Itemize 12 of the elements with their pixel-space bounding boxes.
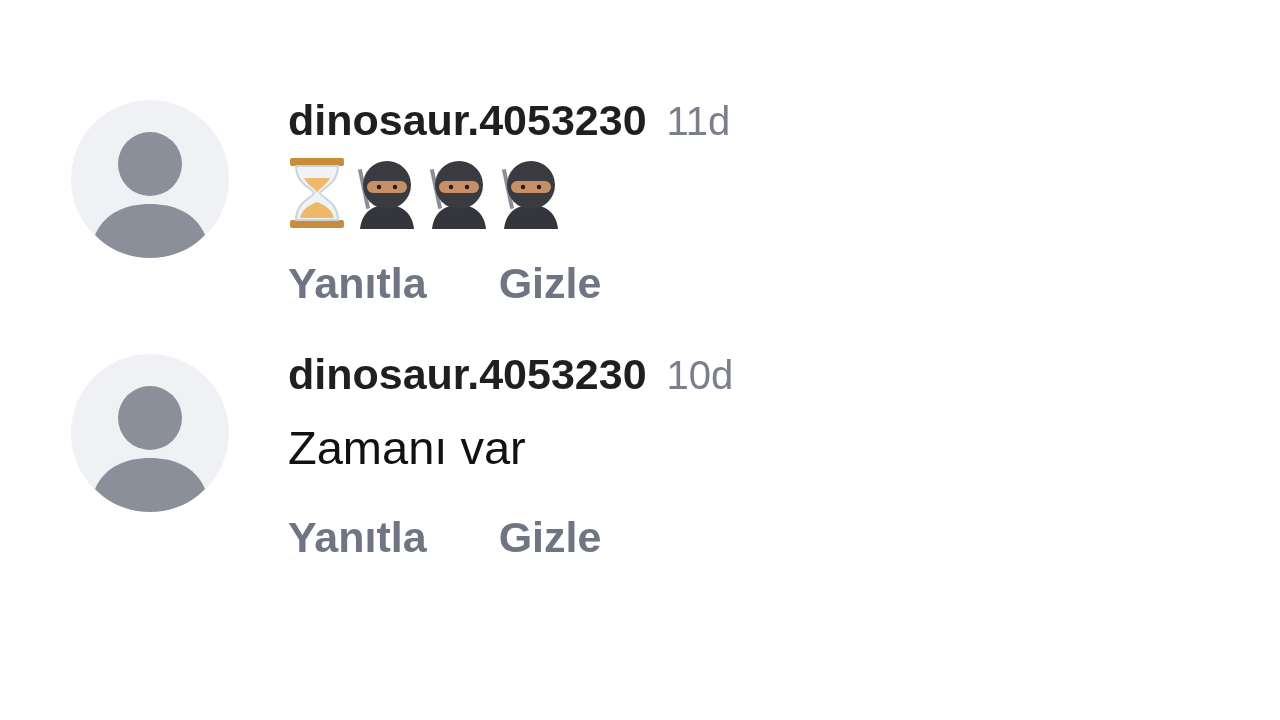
hourglass-icon [288, 158, 346, 228]
avatar-icon [71, 100, 229, 258]
comment-action-button[interactable]: Gizle [498, 512, 602, 562]
comment-time: 11d [666, 99, 731, 144]
username[interactable]: dinosaur.4053230 [288, 350, 647, 399]
comment-action-button[interactable]: Yanıtla [288, 512, 427, 562]
comment-time: 10d [666, 353, 734, 398]
avatar-icon [71, 354, 229, 512]
comment-action-button[interactable]: Yanıtla [288, 258, 427, 308]
comment-text: Zamanı var [288, 419, 526, 475]
comment-action-button[interactable]: Gizle [498, 258, 602, 308]
username[interactable]: dinosaur.4053230 [288, 96, 647, 145]
